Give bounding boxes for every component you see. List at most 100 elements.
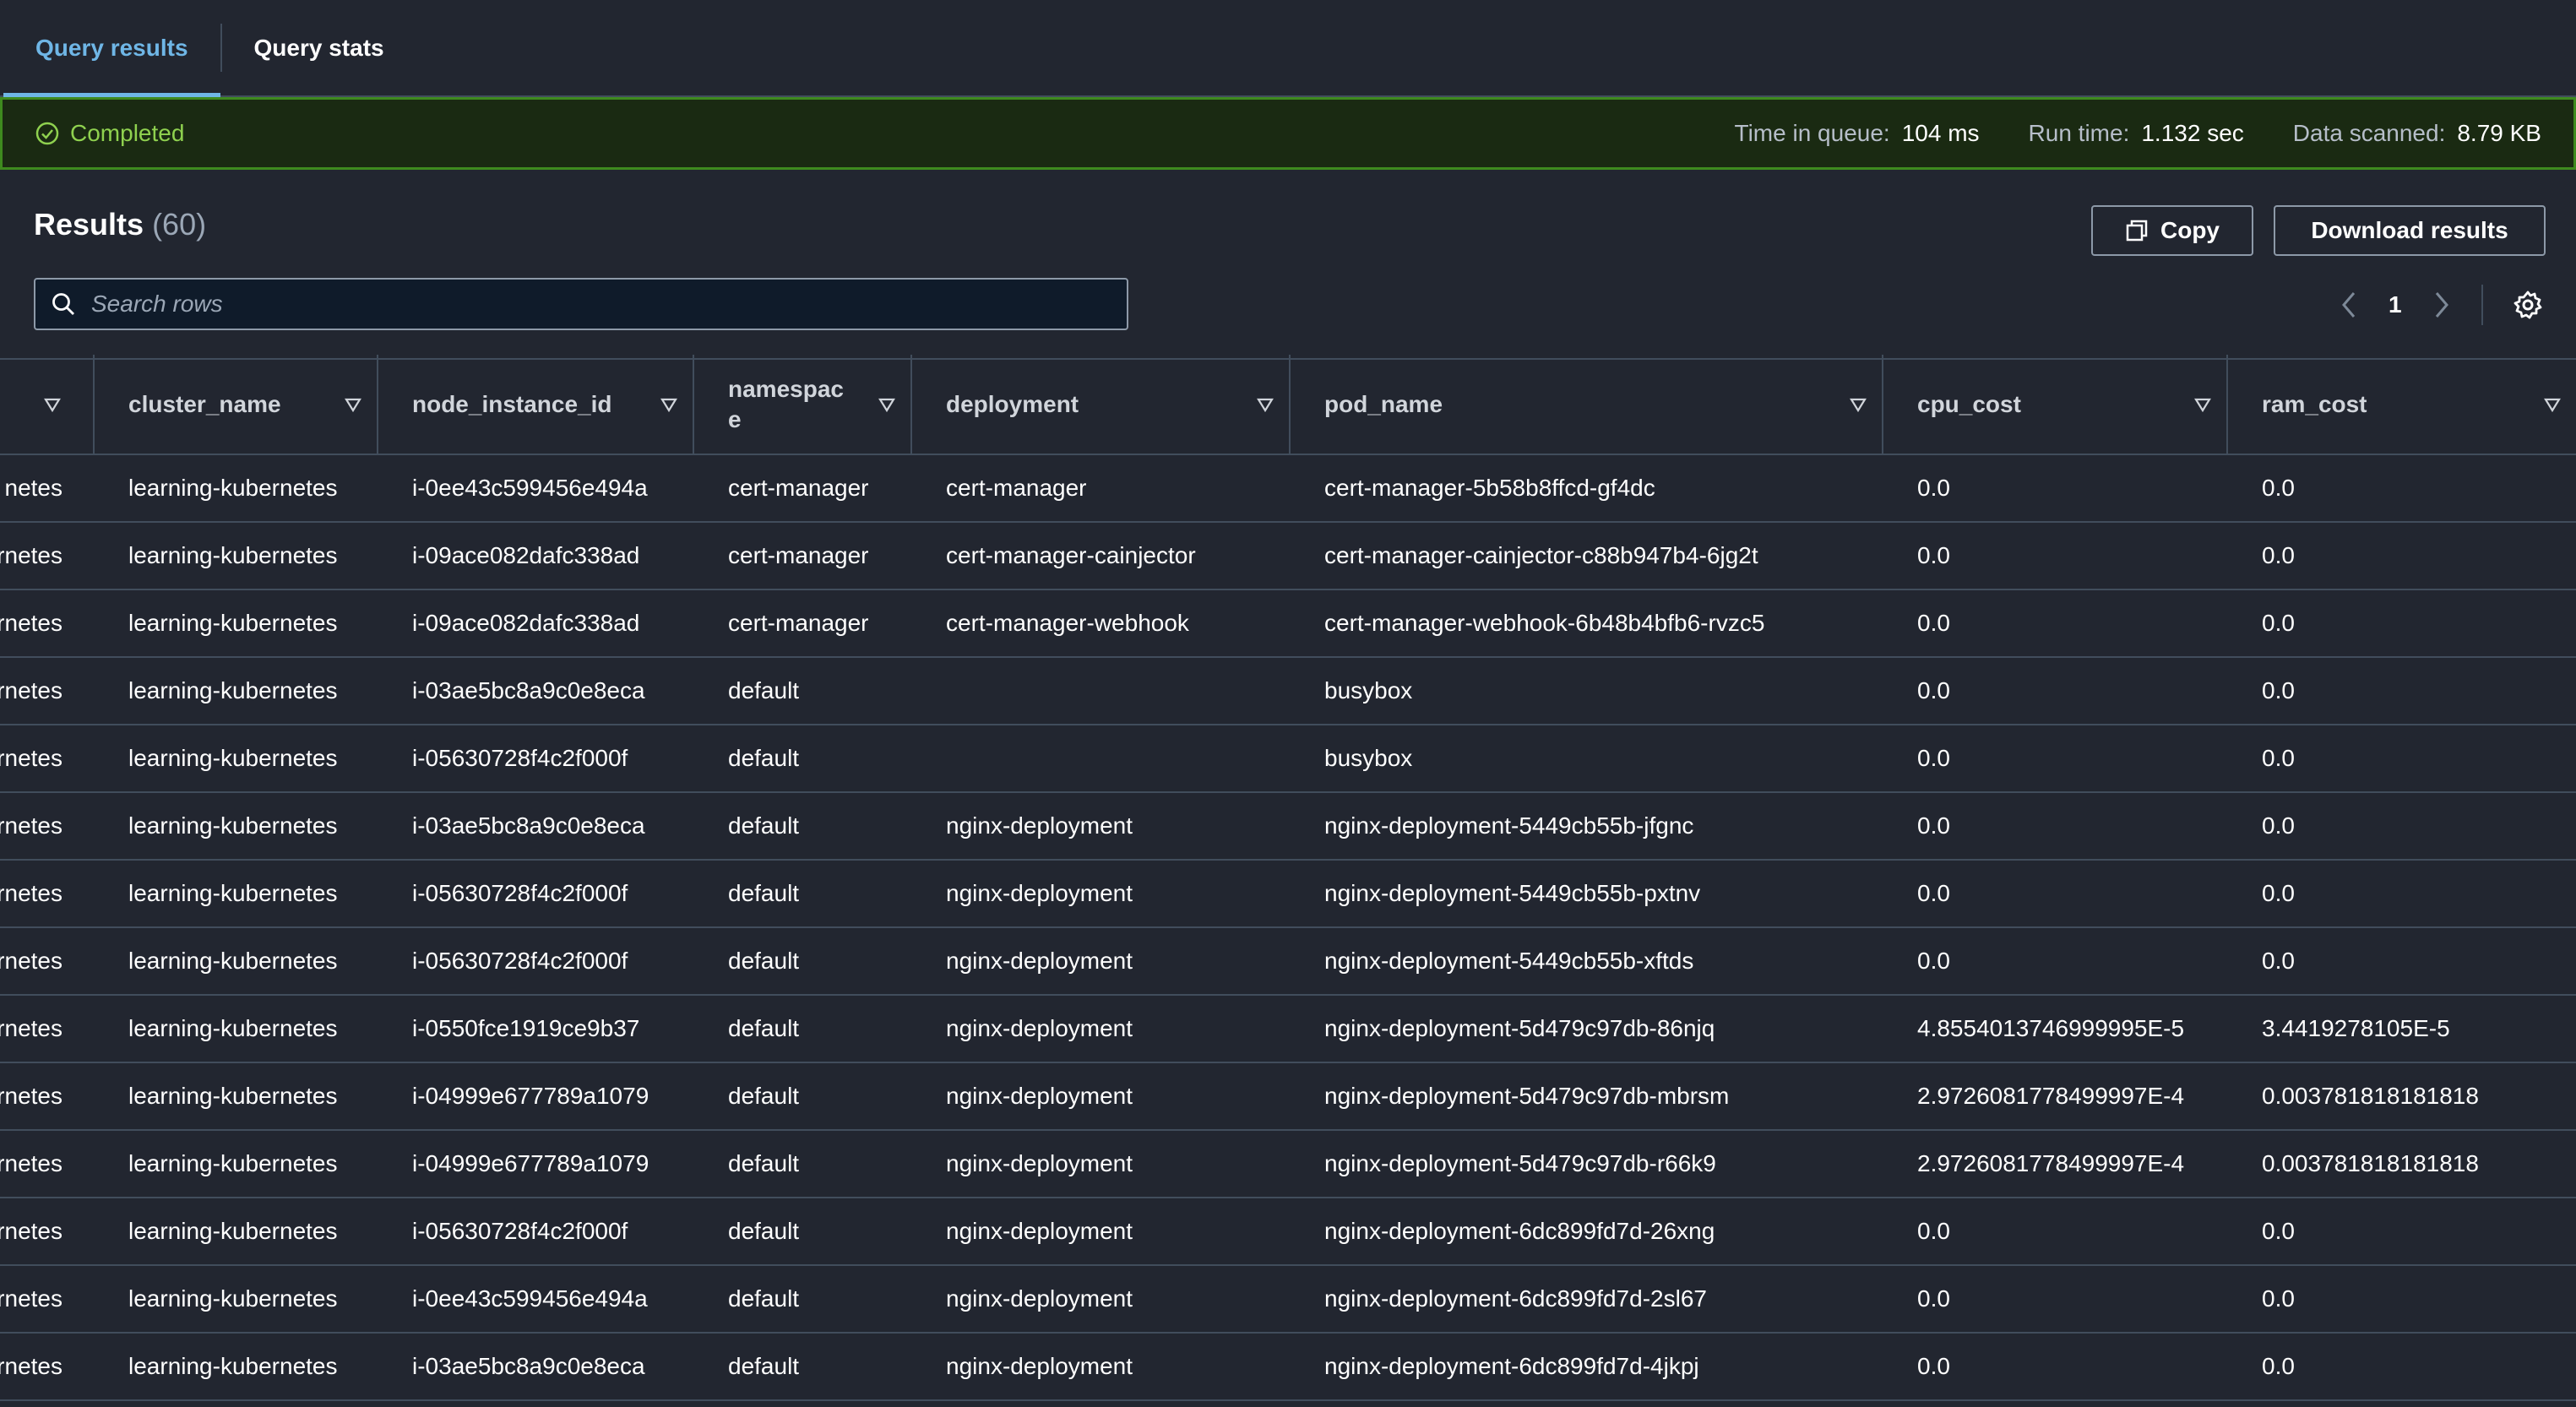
column-header-node-instance-id[interactable]: node_instance_id (378, 355, 694, 454)
cell-cpu-cost: 0.0 (1917, 745, 1950, 771)
cell-cluster-name: learning-kubernetes (128, 542, 338, 568)
cell-ram-cost: 0.0 (2262, 677, 2295, 704)
run-time: Run time: 1.132 sec (2028, 120, 2244, 146)
cell-ram-cost: 0.0 (2262, 880, 2295, 906)
cell-deployment: nginx-deployment (946, 1015, 1133, 1041)
table-body: netes learning-kubernetes i-0ee43c599456e4… (0, 455, 2576, 1401)
cell-node-instance-id: i-03ae5bc8a9c0e8eca (412, 1353, 645, 1379)
table-row: rnetes learning-kubernetes i-09ace082dafc3… (0, 590, 2576, 658)
cell-cpu-cost: 4.8554013746999995E-5 (1917, 1015, 2185, 1041)
cell-pod-name: cert-manager-webhook-6b48b4bfb6-rvzc5 (1324, 610, 1765, 636)
cell-namespace: default (728, 1218, 800, 1244)
cell-pod-name: nginx-deployment-5d479c97db-r66k9 (1324, 1150, 1716, 1176)
cell-truncated: rnetes (0, 1218, 62, 1244)
results-header: Results (60) Copy Download results 1 (0, 170, 2576, 360)
sort-caret-icon[interactable] (1850, 396, 1867, 413)
cell-node-instance-id: i-09ace082dafc338ad (412, 542, 640, 568)
cell-pod-name: busybox (1324, 677, 1413, 704)
cell-ram-cost: 0.0 (2262, 475, 2295, 501)
cell-cluster-name: learning-kubernetes (128, 677, 338, 704)
cell-truncated: rnetes (0, 610, 62, 636)
table-row: rnetes learning-kubernetes i-03ae5bc8a9c0e… (0, 1334, 2576, 1401)
table-row: rnetes learning-kubernetes i-09ace082dafc3… (0, 523, 2576, 590)
sort-caret-icon[interactable] (660, 396, 677, 413)
cell-pod-name: nginx-deployment-5449cb55b-xftds (1324, 948, 1694, 974)
cell-namespace: default (728, 745, 800, 771)
cell-ram-cost: 0.003781818181818 (2262, 1083, 2479, 1109)
copy-label: Copy (2160, 217, 2220, 243)
cell-pod-name: nginx-deployment-5449cb55b-pxtnv (1324, 880, 1701, 906)
results-count: (60) (152, 207, 207, 242)
column-header-ram-cost[interactable]: ram_cost (2228, 355, 2576, 454)
column-header-deployment[interactable]: deployment (912, 355, 1291, 454)
sort-caret-icon[interactable] (2544, 396, 2561, 413)
tab-query-stats[interactable]: Query stats (222, 0, 416, 95)
sort-caret-icon[interactable] (2194, 396, 2211, 413)
cell-namespace: default (728, 812, 800, 839)
column-header-pod-name[interactable]: pod_name (1291, 355, 1883, 454)
results-tabs: Query results Query stats (0, 0, 2576, 97)
cell-pod-name: nginx-deployment-5449cb55b-jfgnc (1324, 812, 1694, 839)
cell-node-instance-id: i-03ae5bc8a9c0e8eca (412, 677, 645, 704)
cell-cluster-name: learning-kubernetes (128, 1353, 338, 1379)
copy-icon (2126, 220, 2148, 242)
cell-pod-name: busybox (1324, 745, 1413, 771)
tab-query-results[interactable]: Query results (3, 0, 220, 97)
sort-caret-icon[interactable] (44, 396, 61, 413)
cell-ram-cost: 0.0 (2262, 542, 2295, 568)
column-header-cluster-name[interactable]: cluster_name (95, 355, 378, 454)
previous-page-icon[interactable] (2340, 291, 2358, 319)
cell-cluster-name: learning-kubernetes (128, 1015, 338, 1041)
check-circle-icon (35, 122, 59, 145)
next-page-icon[interactable] (2432, 291, 2451, 319)
download-label: Download results (2311, 217, 2508, 243)
cell-pod-name: nginx-deployment-5d479c97db-86njq (1324, 1015, 1715, 1041)
column-header-cpu-cost[interactable]: cpu_cost (1883, 355, 2228, 454)
cell-pod-name: nginx-deployment-6dc899fd7d-2sl67 (1324, 1285, 1707, 1312)
cell-pod-name: nginx-deployment-6dc899fd7d-4jkpj (1324, 1353, 1699, 1379)
cell-deployment: nginx-deployment (946, 1285, 1133, 1312)
table-row: rnetes learning-kubernetes i-03ae5bc8a9c0e… (0, 793, 2576, 861)
sort-caret-icon[interactable] (1257, 396, 1274, 413)
search-input[interactable] (90, 290, 1090, 318)
table-row: rnetes learning-kubernetes i-05630728f4c2f… (0, 725, 2576, 793)
cell-deployment: cert-manager-cainjector (946, 542, 1196, 568)
status-completed: Completed (35, 120, 1686, 147)
cell-node-instance-id: i-04999e677789a1079 (412, 1150, 649, 1176)
column-header-namespace[interactable]: namespace (694, 355, 912, 454)
cell-cluster-name: learning-kubernetes (128, 948, 338, 974)
cell-node-instance-id: i-05630728f4c2f000f (412, 880, 628, 906)
cell-ram-cost: 3.4419278105E-5 (2262, 1015, 2450, 1041)
sort-caret-icon[interactable] (878, 396, 895, 413)
current-page[interactable]: 1 (2389, 291, 2402, 318)
table-row: rnetes learning-kubernetes i-05630728f4c2f… (0, 861, 2576, 928)
cell-truncated: rnetes (0, 1083, 62, 1109)
time-in-queue: Time in queue: 104 ms (1734, 120, 1980, 146)
pagination: 1 (2340, 281, 2542, 329)
cell-deployment: nginx-deployment (946, 1353, 1133, 1379)
cell-cpu-cost: 0.0 (1917, 475, 1950, 501)
cell-namespace: default (728, 1353, 800, 1379)
settings-gear-icon[interactable] (2514, 291, 2542, 319)
cell-pod-name: nginx-deployment-6dc899fd7d-26xng (1324, 1218, 1715, 1244)
cell-deployment: nginx-deployment (946, 1083, 1133, 1109)
search-icon (52, 293, 74, 315)
table-row: rnetes learning-kubernetes i-0ee43c599456e… (0, 1266, 2576, 1334)
copy-button[interactable]: Copy (2091, 205, 2253, 256)
cell-namespace: default (728, 1083, 800, 1109)
cell-node-instance-id: i-04999e677789a1079 (412, 1083, 649, 1109)
table-row: rnetes learning-kubernetes i-03ae5bc8a9c0e… (0, 658, 2576, 725)
cell-cpu-cost: 2.9726081778499997E-4 (1917, 1083, 2185, 1109)
sort-caret-icon[interactable] (345, 396, 361, 413)
cell-cluster-name: learning-kubernetes (128, 1150, 338, 1176)
cell-cluster-name: learning-kubernetes (128, 610, 338, 636)
cell-ram-cost: 0.0 (2262, 1285, 2295, 1312)
cell-deployment: nginx-deployment (946, 880, 1133, 906)
search-rows (34, 278, 1128, 330)
table-row: rnetes learning-kubernetes i-04999e677789a… (0, 1063, 2576, 1131)
column-header-truncated[interactable] (0, 355, 95, 454)
download-results-button[interactable]: Download results (2274, 205, 2546, 256)
cell-ram-cost: 0.0 (2262, 1218, 2295, 1244)
cell-cluster-name: learning-kubernetes (128, 812, 338, 839)
cell-namespace: default (728, 1150, 800, 1176)
